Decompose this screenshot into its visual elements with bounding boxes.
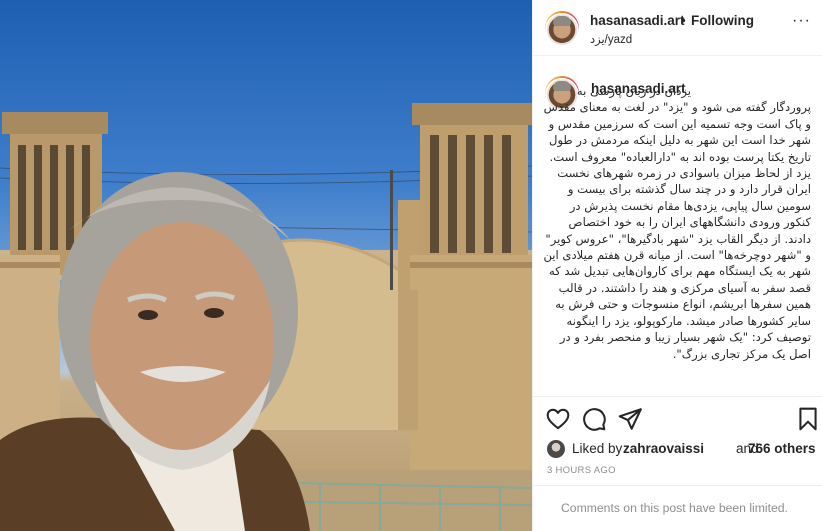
comments-limited-text: Comments on this post have been limited. [561, 501, 788, 515]
post-side-panel: hasanasadi.art • Following یزد/yazd ··· … [532, 0, 822, 531]
post-photo[interactable] [0, 0, 532, 531]
heart-icon[interactable] [545, 406, 571, 432]
location-link[interactable]: یزد/yazd [590, 32, 632, 46]
caption-body: یزدان در زبان پارسی به پروردگار گفته می … [543, 84, 811, 361]
caption-username[interactable]: hasanasadi.art [591, 81, 686, 96]
caption-area: یزدان در زبان پارسی به پروردگار گفته می … [533, 57, 822, 396]
right-windcatcher [398, 103, 532, 531]
yazd-selfie-illustration [0, 103, 532, 531]
comment-icon[interactable] [581, 406, 607, 432]
comments-limited-notice: Comments on this post have been limited. [533, 485, 822, 531]
liker-avatar[interactable] [547, 440, 565, 458]
author-username[interactable]: hasanasadi.art [590, 13, 685, 28]
author-avatar[interactable] [545, 11, 579, 45]
separator-dot: • [681, 13, 686, 28]
post-header: hasanasadi.art • Following یزد/yazd ··· [533, 0, 822, 56]
bookmark-icon[interactable] [795, 406, 821, 432]
more-options-icon[interactable]: ··· [792, 12, 811, 30]
caption-text: یزدان در زبان پارسی به پروردگار گفته می … [541, 83, 811, 362]
share-icon[interactable] [617, 406, 643, 432]
following-button[interactable]: Following [691, 13, 754, 28]
post-timestamp[interactable]: 3 HOURS AGO [547, 465, 616, 476]
action-bar [533, 396, 822, 440]
liker-username[interactable]: zahraovaissi [623, 441, 704, 456]
likes-summary: Liked by zahraovaissi and 766 others [547, 440, 817, 458]
liked-by-label: Liked by [572, 441, 623, 456]
likes-others-link[interactable]: 766 others [748, 441, 816, 456]
